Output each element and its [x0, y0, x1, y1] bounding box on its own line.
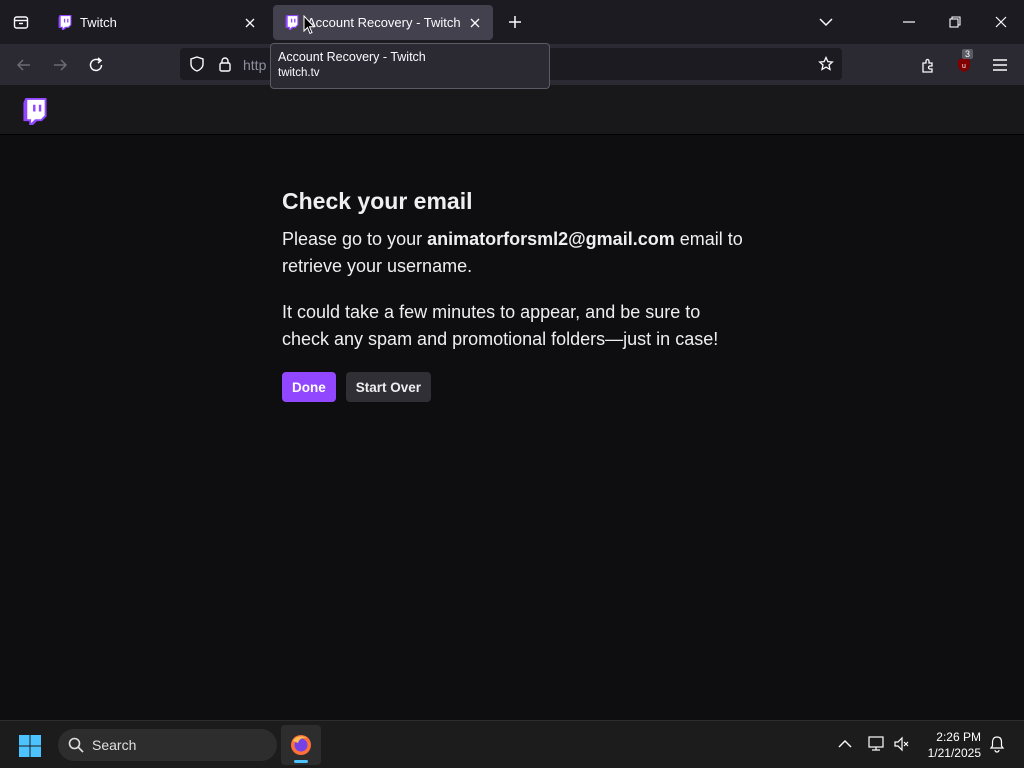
- bookmark-star-icon[interactable]: [818, 56, 834, 72]
- start-over-button[interactable]: Start Over: [345, 372, 432, 402]
- page-title: Check your email: [282, 188, 473, 214]
- tab-title: Twitch: [80, 15, 117, 30]
- active-app-indicator: [294, 760, 308, 763]
- tray-chevron-up-icon[interactable]: [835, 734, 855, 754]
- url-text: http: [243, 57, 267, 73]
- close-window-icon[interactable]: [978, 0, 1024, 44]
- back-icon[interactable]: [9, 50, 39, 80]
- email-address: animatorforsml2@gmail.com: [427, 229, 675, 249]
- tab-title: Account Recovery - Twitch: [307, 15, 461, 30]
- instructions-prefix: Please go to your: [282, 229, 428, 249]
- search-icon: [68, 737, 84, 753]
- check-email-panel: Check your email Please go to your anima…: [282, 186, 752, 402]
- tab-list-icon[interactable]: [0, 0, 42, 44]
- new-tab-icon[interactable]: [503, 10, 527, 34]
- notification-bell-icon[interactable]: [987, 734, 1007, 754]
- minimize-icon[interactable]: [886, 0, 932, 44]
- windows-start-icon[interactable]: [18, 734, 42, 758]
- twitch-logo-icon[interactable]: [23, 98, 47, 125]
- tab-overflow-chevron-icon[interactable]: [803, 0, 849, 44]
- ublock-extension-icon[interactable]: u 3: [949, 49, 979, 80]
- spam-notice-text: It could take a few minutes to appear, a…: [282, 302, 719, 349]
- network-icon[interactable]: [866, 734, 886, 754]
- action-buttons: Done Start Over: [282, 372, 752, 402]
- clock-time: 2:26 PM: [936, 730, 981, 744]
- search-label: Search: [92, 737, 137, 753]
- instructions-text: Please go to your animatorforsml2@gmail.…: [282, 226, 752, 280]
- firefox-taskbar-icon[interactable]: [281, 725, 321, 765]
- twitch-top-nav: [0, 85, 1024, 135]
- tab-tooltip: Account Recovery - Twitch twitch.tv: [270, 43, 550, 89]
- close-tab-icon[interactable]: [467, 15, 483, 31]
- clock-date: 1/21/2025: [927, 746, 981, 760]
- mouse-cursor-icon: [303, 15, 315, 35]
- done-button[interactable]: Done: [282, 372, 336, 402]
- extension-badge: 3: [962, 49, 974, 59]
- hamburger-menu-icon[interactable]: [985, 50, 1015, 80]
- taskbar-search[interactable]: Search: [58, 729, 277, 761]
- tab-twitch[interactable]: Twitch: [46, 5, 268, 40]
- svg-text:u: u: [962, 63, 966, 70]
- tooltip-domain: twitch.tv: [278, 67, 320, 79]
- system-clock[interactable]: 2:26 PM 1/21/2025: [928, 729, 981, 761]
- twitch-favicon-icon: [58, 15, 72, 30]
- browser-tab-bar: Twitch Account Recovery - Twitch: [0, 0, 1024, 44]
- extensions-icon[interactable]: [913, 50, 943, 80]
- restore-icon[interactable]: [932, 0, 978, 44]
- forward-icon[interactable]: [45, 50, 75, 80]
- volume-muted-icon[interactable]: [892, 734, 912, 754]
- shield-icon[interactable]: [189, 56, 205, 72]
- lock-icon[interactable]: [217, 56, 233, 72]
- reload-icon[interactable]: [81, 50, 111, 80]
- tooltip-title: Account Recovery - Twitch: [278, 50, 426, 64]
- windows-taskbar: Search 2:26 PM 1/21/2025: [0, 720, 1024, 768]
- close-tab-icon[interactable]: [242, 15, 258, 31]
- twitch-favicon-icon: [285, 15, 299, 30]
